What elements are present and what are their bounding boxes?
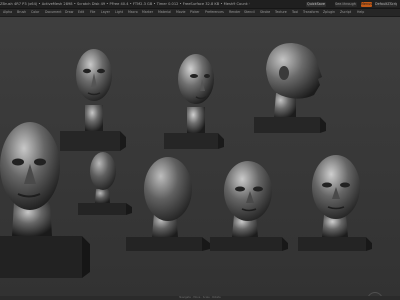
- menu-texture[interactable]: Texture: [275, 9, 287, 16]
- menu-zplugin[interactable]: Zplugin: [323, 9, 335, 16]
- menu-file[interactable]: File: [90, 9, 95, 16]
- quicksave-button[interactable]: QuickSave: [306, 1, 326, 7]
- menu-stencil[interactable]: Stencil: [244, 9, 255, 16]
- menu-help[interactable]: Help: [357, 9, 364, 16]
- default-zscript-button[interactable]: DefaultZScript: [375, 1, 397, 7]
- menu-picker[interactable]: Picker: [190, 9, 200, 16]
- menu-color[interactable]: Color: [31, 9, 39, 16]
- bottom-status-strip: Navigate · Move · Scale · Rotate: [0, 296, 400, 300]
- sculpt-head-front-2[interactable]: [296, 149, 380, 271]
- sculpt-head-three-quarter-1[interactable]: [160, 41, 230, 156]
- menu-bar: Alpha Brush Color Document Draw Edit Fil…: [0, 9, 400, 17]
- menu-macro[interactable]: Macro: [128, 9, 138, 16]
- see-through-slider[interactable]: See-through 0: [335, 1, 357, 7]
- sculpt-head-three-quarter-2[interactable]: [208, 155, 292, 273]
- menu-preferences[interactable]: Preferences: [205, 9, 224, 16]
- sculpt-head-profile-1[interactable]: [252, 39, 332, 151]
- menu-transform[interactable]: Transform: [303, 9, 319, 16]
- menu-stroke[interactable]: Stroke: [260, 9, 270, 16]
- status-text: Navigate · Move · Scale · Rotate: [179, 296, 221, 299]
- menu-render[interactable]: Render: [229, 9, 240, 16]
- app-title: ZBrush 4R7 P3 (x64) • ActiveMesh 2898 • …: [0, 2, 250, 6]
- menu-material[interactable]: Material: [158, 9, 171, 16]
- menu-movie[interactable]: Movie: [176, 9, 185, 16]
- menu-light[interactable]: Light: [115, 9, 123, 16]
- menu-marker[interactable]: Marker: [142, 9, 153, 16]
- menu-alpha[interactable]: Alpha: [3, 9, 12, 16]
- zbrush-window: ZBrush 4R7 P3 (x64) • ActiveMesh 2898 • …: [0, 0, 400, 300]
- menus-toggle-button[interactable]: Menus: [361, 1, 372, 7]
- sculpt-head-back[interactable]: [124, 153, 214, 273]
- document-canvas[interactable]: [0, 17, 400, 300]
- menu-brush[interactable]: Brush: [17, 9, 26, 16]
- menu-document[interactable]: Document: [45, 9, 62, 16]
- title-bar: ZBrush 4R7 P3 (x64) • ActiveMesh 2898 • …: [0, 0, 400, 9]
- menu-edit[interactable]: Edit: [78, 9, 84, 16]
- menu-zscript[interactable]: Zscript: [340, 9, 351, 16]
- menu-layer[interactable]: Layer: [101, 9, 110, 16]
- menu-draw[interactable]: Draw: [65, 9, 73, 16]
- menu-tool[interactable]: Tool: [292, 9, 298, 16]
